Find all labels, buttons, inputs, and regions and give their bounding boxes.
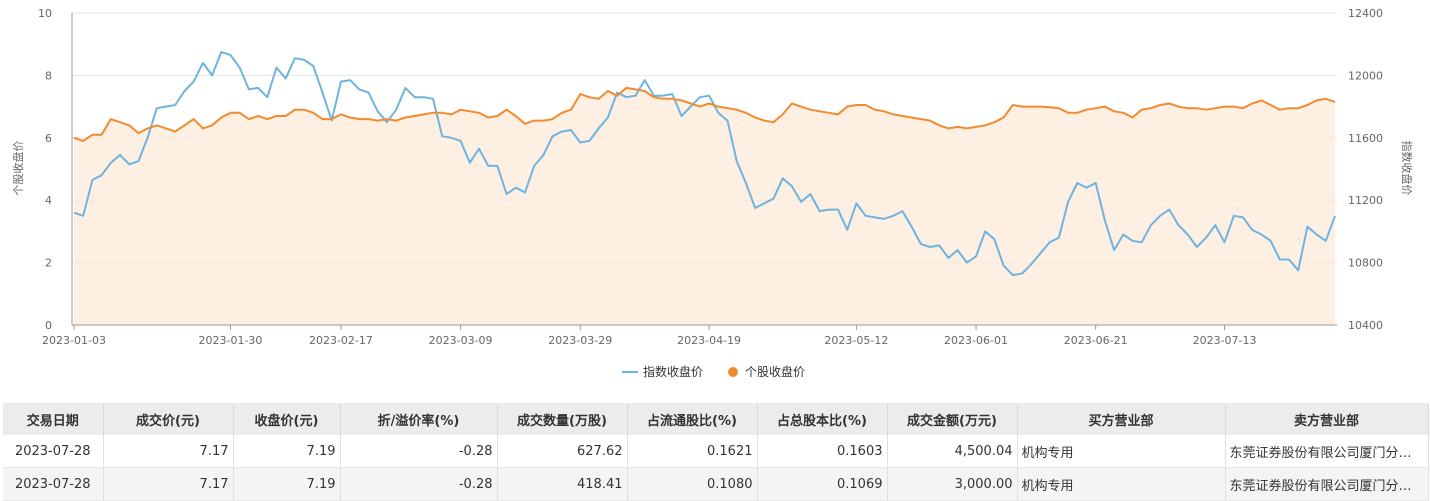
col-header-trade-price[interactable]: 成交价(元) [103, 403, 234, 435]
cell-buyer[interactable]: 机构专用 [1017, 435, 1226, 468]
y-right-tick-label: 10800 [1348, 257, 1383, 270]
cell-date: 2023-07-28 [3, 467, 104, 501]
y-right-tick-label: 10400 [1348, 319, 1383, 332]
col-header-premium-rate[interactable]: 折/溢价率(%) [340, 403, 498, 435]
table-row: 2023-07-28 7.17 7.19 -0.28 418.41 0.1080… [3, 467, 1429, 501]
y-left-tick-label: 2 [45, 257, 52, 270]
col-header-close-price[interactable]: 收盘价(元) [233, 403, 341, 435]
col-header-seller[interactable]: 卖方营业部 [1225, 403, 1429, 435]
y-left-tick-label: 10 [38, 7, 52, 20]
cell-total-ratio: 0.1069 [757, 467, 888, 501]
cell-premium-rate: -0.28 [340, 435, 498, 468]
y-left-tick-label: 0 [45, 319, 52, 332]
cell-date: 2023-07-28 [3, 435, 104, 468]
cell-volume: 627.62 [497, 435, 628, 468]
chart: 个股收盘价 指数收盘价 0 2 4 6 8 10 10400 10800 11200 11600 1… [11, 7, 1414, 379]
x-tick-label: 2023-03-29 [548, 334, 612, 347]
col-header-amount[interactable]: 成交金额(万元) [887, 403, 1018, 435]
col-header-total-ratio[interactable]: 占总股本比(%) [757, 403, 888, 435]
cell-close-price: 7.19 [233, 435, 341, 468]
table-header-row: 交易日期 成交价(元) 收盘价(元) 折/溢价率(%) 成交数量(万股) 占流通… [3, 403, 1429, 435]
legend: 指数收盘价 个股收盘价 [622, 364, 805, 379]
x-tick-label: 2023-01-30 [199, 334, 263, 347]
y-axis-right-label: 指数收盘价 [1400, 141, 1414, 196]
legend-item-index[interactable]: 指数收盘价 [622, 364, 703, 379]
y-right-tick-label: 12400 [1348, 7, 1383, 20]
y-left-tick-label: 8 [45, 69, 52, 82]
cell-amount: 4,500.04 [887, 435, 1018, 468]
cell-volume: 418.41 [497, 467, 628, 501]
col-header-buyer[interactable]: 买方营业部 [1017, 403, 1226, 435]
cell-seller[interactable]: 东莞证券股份有限公司厦门分公司 [1225, 435, 1429, 468]
cell-trade-price: 7.17 [103, 435, 234, 468]
x-tick-label: 2023-03-09 [429, 334, 493, 347]
stock-close-area [74, 87, 1335, 326]
cell-premium-rate: -0.28 [340, 467, 498, 501]
cell-close-price: 7.19 [233, 467, 341, 501]
legend-label-index: 指数收盘价 [643, 364, 703, 379]
cell-float-ratio: 0.1621 [627, 435, 758, 468]
y-axis-right-title: 指数收盘价 [1400, 141, 1414, 196]
y-axis-left-label: 个股收盘价 [11, 141, 25, 196]
legend-item-stock[interactable]: 个股收盘价 [728, 364, 805, 379]
cell-seller[interactable]: 东莞证券股份有限公司厦门分公司 [1225, 467, 1429, 501]
x-tick-label: 2023-02-17 [309, 334, 373, 347]
y-axis-left-title: 个股收盘价 [11, 141, 25, 196]
y-right-tick-label: 12000 [1348, 69, 1383, 82]
col-header-date[interactable]: 交易日期 [3, 403, 104, 435]
cell-trade-price: 7.17 [103, 467, 234, 501]
cell-amount: 3,000.00 [887, 467, 1018, 501]
cell-float-ratio: 0.1080 [627, 467, 758, 501]
y-right-tick-label: 11600 [1348, 132, 1383, 145]
y-right-tick-label: 11200 [1348, 194, 1383, 207]
col-header-float-ratio[interactable]: 占流通股比(%) [627, 403, 758, 435]
legend-swatch-stock [728, 367, 738, 377]
x-tick-label: 2023-04-19 [677, 334, 741, 347]
legend-label-stock: 个股收盘价 [745, 364, 805, 379]
cell-buyer[interactable]: 机构专用 [1017, 467, 1226, 501]
x-tick-label: 2023-06-01 [944, 334, 1008, 347]
table-row: 2023-07-28 7.17 7.19 -0.28 627.62 0.1621… [3, 435, 1429, 468]
col-header-volume[interactable]: 成交数量(万股) [497, 403, 628, 435]
block-trade-table: 交易日期 成交价(元) 收盘价(元) 折/溢价率(%) 成交数量(万股) 占流通… [3, 403, 1429, 501]
x-tick-label: 2023-07-13 [1193, 334, 1257, 347]
x-tick-label: 2023-05-12 [824, 334, 888, 347]
cell-total-ratio: 0.1603 [757, 435, 888, 468]
y-left-tick-label: 6 [45, 132, 52, 145]
y-left-tick-label: 4 [45, 194, 52, 207]
x-tick-label: 2023-06-21 [1064, 334, 1128, 347]
x-tick-label: 2023-01-03 [42, 334, 106, 347]
